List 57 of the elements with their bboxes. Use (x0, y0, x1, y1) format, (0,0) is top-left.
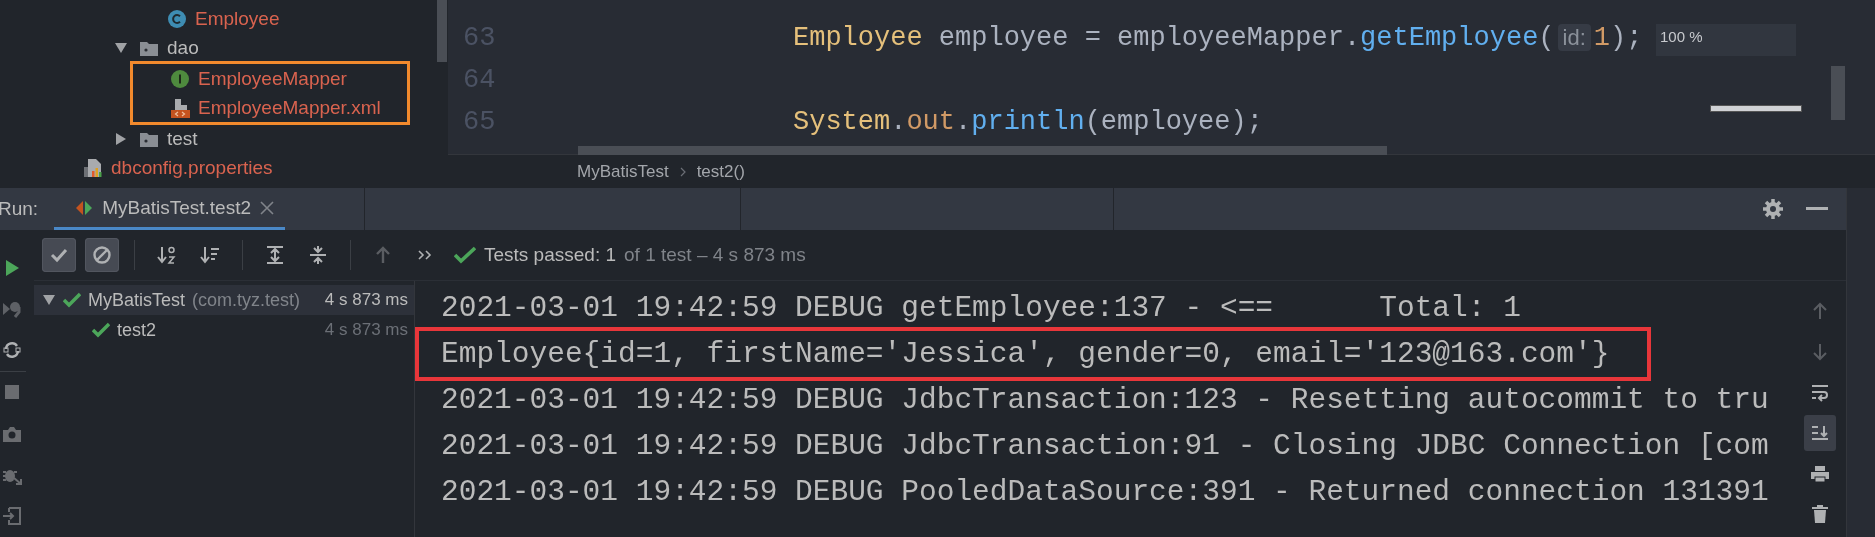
scrollbar-thumb[interactable] (1831, 66, 1845, 120)
code-line: System.out.println(employee); (793, 107, 1263, 137)
interface-icon (170, 68, 190, 89)
scrollbar-thumb[interactable] (437, 0, 447, 62)
trash-icon (1810, 504, 1830, 525)
scrollbar-thumb[interactable] (578, 146, 1387, 155)
run-tab[interactable]: MyBatisTest.test2 (54, 188, 286, 230)
code-line: Employee employee = employeeMapper.getEmployee( id: 1); (793, 23, 1643, 53)
chevron-icon (678, 166, 687, 177)
passed-check-icon (92, 322, 110, 338)
minimize-icon (1806, 207, 1828, 211)
xml-file-icon (170, 97, 190, 118)
test-name: test2 (117, 319, 157, 341)
settings-button[interactable] (1762, 198, 1784, 220)
collapse-all-icon (308, 245, 328, 265)
prohibited-icon (92, 245, 112, 265)
breadcrumb[interactable]: MyBatisTest (577, 161, 669, 182)
down-arrow-icon (1810, 341, 1830, 362)
scroll-to-end-button[interactable] (1804, 415, 1836, 451)
auto-rerun-icon (2, 340, 22, 361)
check-button[interactable] (42, 238, 76, 272)
file-name[interactable]: dbconfig.properties (111, 156, 273, 179)
console-line: 2021-03-01 19:42:59 DEBUG JdbcTransaction:91 - Closing JDBC Connection [com (441, 429, 1769, 463)
expanded-arrow-icon (43, 295, 55, 305)
soft-wrap-icon (1810, 382, 1830, 403)
console-line: 2021-03-01 19:42:59 DEBUG PooledDataSource:391 - Returned connection 131391 (441, 475, 1769, 509)
file-name[interactable]: EmployeeMapper (198, 67, 347, 90)
class-icon (167, 8, 187, 29)
test-summary: of 1 test – 4 s 873 ms (624, 244, 806, 266)
run-label: Run: (0, 197, 40, 221)
test-name: MyBatisTest (88, 289, 186, 311)
breadcrumb[interactable]: test2() (696, 161, 745, 182)
test-package: (com.tyz.test) (192, 289, 301, 311)
passed-check-icon (63, 292, 81, 308)
test-row[interactable]: MyBatisTest (com.tyz.test) 4 s 873 ms (34, 285, 414, 315)
file-name[interactable]: Employee (195, 7, 280, 30)
file-name[interactable]: test (167, 127, 198, 150)
console-line: 2021-03-01 19:42:59 DEBUG getEmployee:137 - <== Total: 1 (441, 291, 1521, 325)
minimize-button[interactable] (1806, 207, 1828, 211)
sort-alphabetical-icon (157, 245, 177, 265)
sort-duration-icon (200, 245, 220, 265)
close-icon (259, 199, 276, 216)
test-duration: 4 s 873 ms (324, 320, 408, 340)
prohibited-button[interactable] (85, 238, 119, 272)
exit-icon (2, 506, 22, 527)
printer-icon (1810, 463, 1830, 484)
settings-icon (1762, 198, 1784, 220)
file-name[interactable]: EmployeeMapper.xml (198, 96, 381, 119)
properties-file-icon (83, 157, 103, 178)
file-name[interactable]: dao (167, 36, 199, 59)
test-row[interactable]: test2 4 s 873 ms (34, 315, 414, 345)
test-duration: 4 s 873 ms (324, 290, 408, 310)
expand-all-icon (265, 245, 285, 265)
tests-passed-text: Tests passed: 1 (484, 244, 617, 266)
zoom-popup: 100 % (1656, 24, 1796, 56)
passed-check-icon (454, 246, 476, 264)
console-line: 2021-03-01 19:42:59 DEBUG JdbcTransaction:123 - Resetting autocommit to tru (441, 383, 1769, 417)
